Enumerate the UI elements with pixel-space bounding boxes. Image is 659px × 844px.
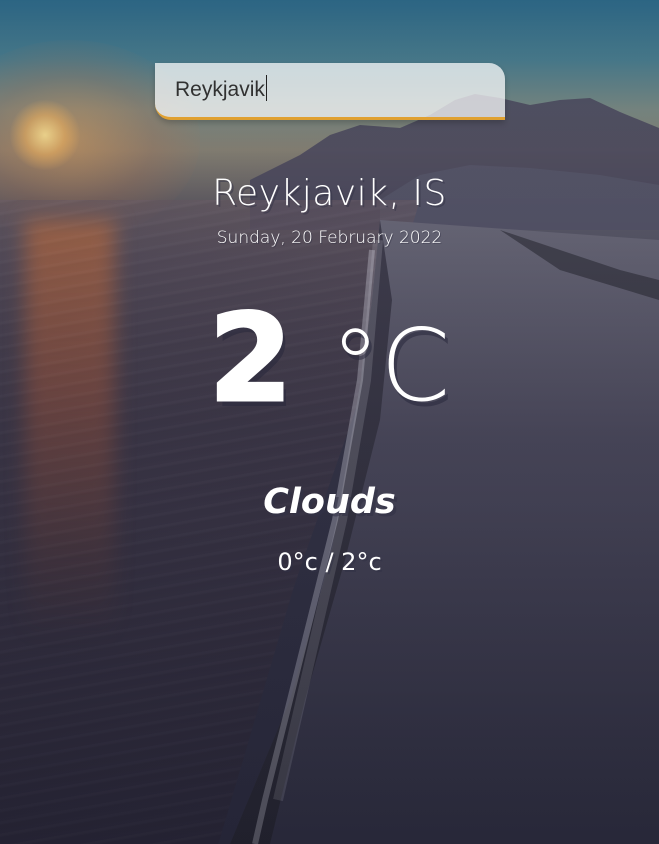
search-input[interactable]: Reykjavik	[175, 78, 265, 102]
search-box[interactable]: Reykjavik	[155, 63, 505, 120]
temperature-value: 2	[207, 290, 293, 429]
temperature-unit: °C	[330, 307, 451, 424]
current-date: Sunday, 20 February 2022	[216, 228, 443, 248]
temperature-display: 2 °C	[0, 290, 659, 431]
text-cursor	[265, 75, 267, 101]
location-name: Reykjavik, IS	[212, 173, 447, 214]
weather-condition: Clouds	[263, 482, 396, 522]
weather-app: Reykjavik Reykjavik, IS Sunday, 20 Febru…	[0, 0, 659, 844]
hi-low-temperature: 0°c / 2°c	[277, 548, 382, 576]
